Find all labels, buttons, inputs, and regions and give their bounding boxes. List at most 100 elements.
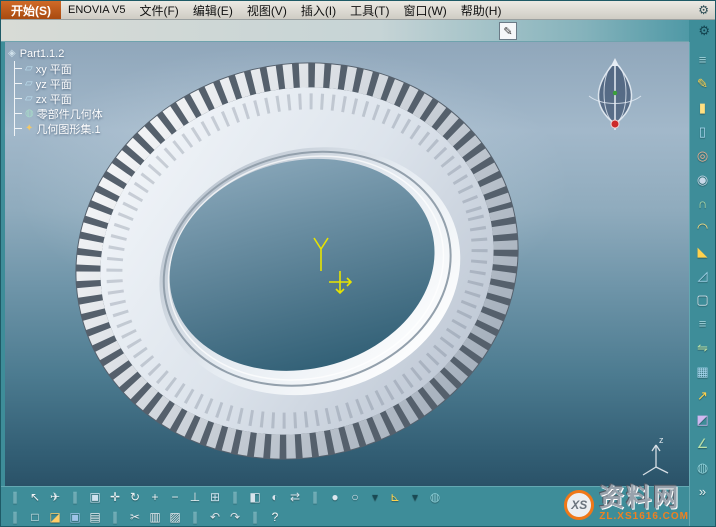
tree-item-partbody[interactable]: ◍ 零部件几何体 <box>15 106 103 121</box>
menu-edit[interactable]: 编辑(E) <box>186 1 240 19</box>
apply-material-icon[interactable]: ◩ <box>693 409 713 429</box>
save-icon[interactable]: ▣ <box>66 508 84 526</box>
fillet-icon[interactable]: ◠ <box>693 217 713 237</box>
toolbar-handle[interactable]: ∥ <box>106 508 124 526</box>
start-menu-button[interactable]: 开始(S) <box>1 1 61 19</box>
part-icon: ◈ <box>8 49 16 59</box>
shaft-icon[interactable]: ◎ <box>693 145 713 165</box>
sketcher-icon[interactable]: ✎ <box>693 73 713 93</box>
redo-icon[interactable]: ↷ <box>226 508 244 526</box>
toolbar-handle[interactable]: ∥ <box>66 488 84 506</box>
rib-icon[interactable]: ∩ <box>693 193 713 213</box>
tree-branch-line <box>15 128 22 129</box>
tree-item-icon: ◍ <box>25 109 34 119</box>
chamfer-icon[interactable]: ◣ <box>693 241 713 261</box>
quick-hide-show-icon[interactable]: ◧ <box>246 488 264 506</box>
menu-items: 文件(F) 编辑(E) 视图(V) 插入(I) 工具(T) 窗口(W) 帮助(H… <box>132 1 508 19</box>
watermark-text: 资料网 ZL.XS1616.COM <box>599 486 689 523</box>
tree-item-label: xy 平面 <box>36 61 72 77</box>
specification-tree: ◈ Part1.1.2 ▱ xy 平面 ▱ yz 平面 <box>8 46 103 136</box>
draft-icon[interactable]: ◿ <box>693 265 713 285</box>
help-icon[interactable]: ? <box>266 508 284 526</box>
tree-item-icon: ▱ <box>25 64 33 74</box>
shading-icon[interactable]: ● <box>326 488 344 506</box>
menu-tools[interactable]: 工具(T) <box>343 1 396 19</box>
pan-icon[interactable]: ✛ <box>106 488 124 506</box>
tree-branch-line <box>15 98 22 99</box>
new-document-icon[interactable]: □ <box>26 508 44 526</box>
view-compass[interactable] <box>583 58 647 138</box>
toolbar-handle[interactable]: ∥ <box>6 508 24 526</box>
hole-icon[interactable]: ◉ <box>693 169 713 189</box>
open-icon[interactable]: ◪ <box>46 508 64 526</box>
menu-enovia[interactable]: ENOVIA V5 <box>61 1 132 19</box>
fly-mode-icon[interactable]: ✈ <box>46 488 64 506</box>
menu-file[interactable]: 文件(F) <box>132 1 185 19</box>
tree-branch-line <box>15 83 22 84</box>
right-toolbar: ≡ ✎ ▮ ▯ ◎ ◉ ∩ ◠ ◣ ◿ ▢ ≡ ⇋ ▦ ↗ ◩ <box>689 42 715 526</box>
toolbar-handle[interactable]: ≡ <box>693 49 713 69</box>
viewport-3d[interactable]: z ◈ Part1.1.2 ▱ xy 平面 ▱ <box>5 42 689 486</box>
zoom-out-icon[interactable]: − <box>166 488 184 506</box>
menu-view[interactable]: 视图(V) <box>240 1 294 19</box>
menu-window[interactable]: 窗口(W) <box>396 1 453 19</box>
pad-icon[interactable]: ▮ <box>693 97 713 117</box>
tree-item-yz-plane[interactable]: ▱ yz 平面 <box>15 76 103 91</box>
sketch-tool-icon[interactable]: ✎ <box>499 22 517 40</box>
more-toolbars-icon[interactable]: » <box>693 481 713 501</box>
tree-item-label: zx 平面 <box>36 91 72 107</box>
view-mode-dropdown-icon[interactable]: ▾ <box>366 488 384 506</box>
globe-view-icon[interactable]: ◍ <box>426 488 444 506</box>
select-icon[interactable]: ↖ <box>26 488 44 506</box>
mirror-icon[interactable]: ⇋ <box>693 337 713 357</box>
zoom-in-icon[interactable]: + <box>146 488 164 506</box>
tree-root-node[interactable]: ◈ Part1.1.2 <box>8 46 103 61</box>
tree-item-zx-plane[interactable]: ▱ zx 平面 <box>15 91 103 106</box>
translate-icon[interactable]: ↗ <box>693 385 713 405</box>
toolbar-handle[interactable]: ∥ <box>246 508 264 526</box>
shell-icon[interactable]: ▢ <box>693 289 713 309</box>
wireframe-icon[interactable]: ○ <box>346 488 364 506</box>
tree-item-geoset[interactable]: ✦ 几何图形集.1 <box>15 121 103 136</box>
toolbar-handle[interactable]: ∥ <box>186 508 204 526</box>
tree-branch-line <box>15 68 22 69</box>
copy-icon[interactable]: ▥ <box>146 508 164 526</box>
swap-space-icon[interactable]: ⇄ <box>286 488 304 506</box>
paste-icon[interactable]: ▨ <box>166 508 184 526</box>
measure-icon[interactable]: ∠ <box>693 433 713 453</box>
toolbar-gear-icon[interactable]: ⚙ <box>698 23 710 39</box>
multi-view-icon[interactable]: ⊞ <box>206 488 224 506</box>
catia-window: 开始(S) ENOVIA V5 文件(F) 编辑(E) 视图(V) 插入(I) … <box>0 0 716 527</box>
hide-show-icon[interactable]: ◐ <box>266 488 284 506</box>
tree-root-label: Part1.1.2 <box>20 48 65 60</box>
corner-axis-icon <box>643 445 668 475</box>
print-icon[interactable]: ▤ <box>86 508 104 526</box>
tree-item-icon: ▱ <box>25 79 33 89</box>
pocket-icon[interactable]: ▯ <box>693 121 713 141</box>
fit-all-icon[interactable]: ▣ <box>86 488 104 506</box>
watermark-logo: XS <box>564 490 594 520</box>
tree-item-xy-plane[interactable]: ▱ xy 平面 <box>15 61 103 76</box>
cut-icon[interactable]: ✂ <box>126 508 144 526</box>
measure-dropdown-icon[interactable]: ▾ <box>406 488 424 506</box>
tree-branch-line <box>15 113 22 114</box>
menu-help[interactable]: 帮助(H) <box>454 1 509 19</box>
corner-axis-label: z <box>659 435 664 445</box>
watermark-site-url: ZL.XS1616.COM <box>599 511 689 523</box>
undo-icon[interactable]: ↶ <box>206 508 224 526</box>
pattern-icon[interactable]: ▦ <box>693 361 713 381</box>
toolbar-handle[interactable]: ∥ <box>6 488 24 506</box>
toolbar-handle[interactable]: ∥ <box>226 488 244 506</box>
top-toolbar: ✎ <box>1 20 689 42</box>
toolbar-handle[interactable]: ≡ <box>693 313 713 333</box>
tree-item-label: 零部件几何体 <box>37 106 103 122</box>
settings-gear-icon[interactable]: ⚙ <box>692 1 715 19</box>
sphere-icon[interactable]: ◍ <box>693 457 713 477</box>
measure-tool-icon[interactable]: ⊾ <box>386 488 404 506</box>
normal-view-icon[interactable]: ⊥ <box>186 488 204 506</box>
gear-3d-model[interactable] <box>49 42 546 486</box>
menu-insert[interactable]: 插入(I) <box>294 1 343 19</box>
toolbar-handle[interactable]: ∥ <box>306 488 324 506</box>
tree-item-label: 几何图形集.1 <box>36 121 100 137</box>
rotate-icon[interactable]: ↻ <box>126 488 144 506</box>
